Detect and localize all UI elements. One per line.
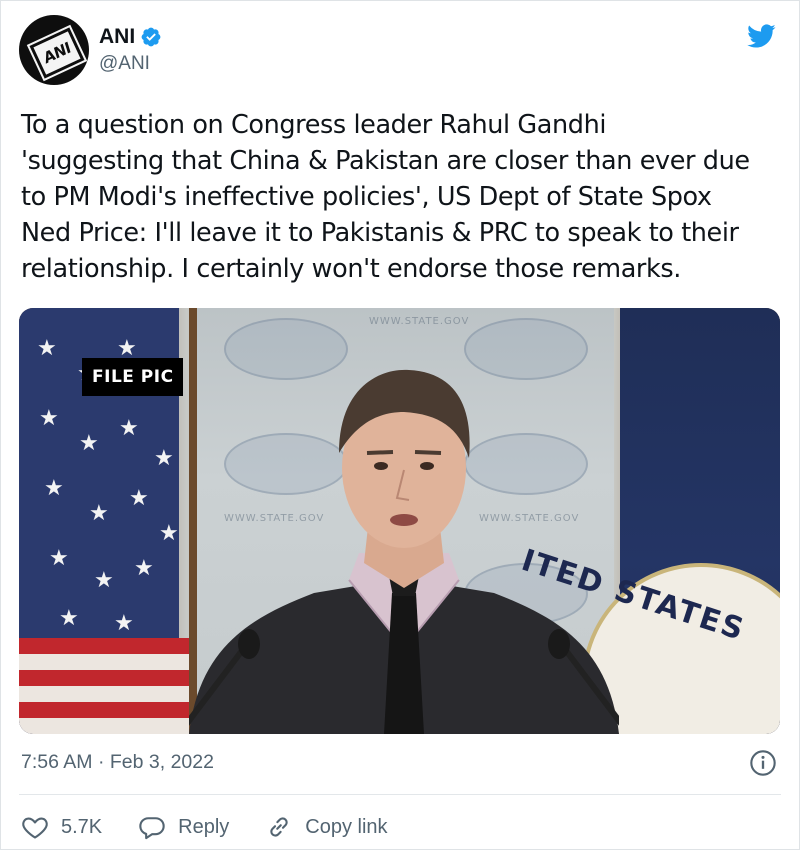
flag-star: ★ [129, 486, 149, 511]
reply-icon [139, 817, 165, 840]
copy-link-button[interactable]: Copy link [265, 813, 388, 841]
flag-star: ★ [114, 611, 134, 636]
ani-logo-text: ANI [41, 38, 73, 68]
tweet-header: ANI ANI @ANI [19, 15, 162, 85]
tweet-media-image[interactable]: WWW.STATE.GOV WWW.STATE.GOV WWW.STATE.GO… [19, 308, 780, 734]
file-pic-label: FILE PIC [82, 358, 183, 396]
divider [19, 794, 781, 795]
flag-star: ★ [37, 336, 57, 361]
heart-icon [22, 817, 48, 839]
flag-star: ★ [44, 476, 64, 501]
reply-button[interactable]: Reply [138, 813, 229, 841]
copy-link-label: Copy link [305, 815, 388, 838]
avatar[interactable]: ANI [19, 15, 89, 85]
tweet-text-line: to PM Modi's ineffective policies', US D… [21, 182, 712, 212]
flag-star: ★ [159, 521, 179, 546]
twitter-bird-icon[interactable] [743, 21, 779, 51]
author-handle[interactable]: @ANI [99, 53, 162, 75]
tweet-timestamp[interactable]: 7:56 AM · Feb 3, 2022 [21, 751, 214, 774]
flag-star: ★ [59, 606, 79, 631]
flag-star: ★ [117, 336, 137, 361]
tweet-text: To a question on Congress leader Rahul G… [21, 107, 791, 287]
author-display-name[interactable]: ANI [99, 25, 135, 49]
flag-star: ★ [119, 416, 139, 441]
reply-label: Reply [178, 815, 230, 838]
display-name-row: ANI [99, 25, 162, 49]
flag-star: ★ [94, 568, 114, 593]
tweet-card: ANI ANI @ANI To a question on Congress l… [0, 0, 800, 850]
info-icon[interactable] [749, 749, 777, 777]
ani-logo: ANI [26, 24, 88, 82]
spokesperson-figure [189, 369, 619, 734]
tweet-text-line: Ned Price: I'll leave it to Pakistanis &… [21, 218, 739, 248]
flag-star: ★ [39, 406, 59, 431]
link-icon [270, 817, 288, 837]
flag-star: ★ [134, 556, 154, 581]
flag-star: ★ [49, 546, 69, 571]
like-count: 5.7K [61, 815, 103, 838]
flag-stripes [19, 638, 189, 734]
backdrop-site-text: WWW.STATE.GOV [369, 316, 470, 327]
tweet-text-line: relationship. I certainly won't endorse … [21, 254, 681, 284]
flag-star: ★ [154, 446, 174, 471]
author-names: ANI @ANI [99, 25, 162, 75]
verified-badge-icon [141, 27, 161, 47]
flag-star: ★ [79, 431, 99, 456]
tweet-actions: 5.7K Reply Copy link [21, 813, 424, 841]
tweet-text-line: To a question on Congress leader Rahul G… [21, 110, 607, 140]
tweet-text-line: 'suggesting that China & Pakistan are cl… [21, 146, 750, 176]
like-button[interactable]: 5.7K [21, 813, 102, 841]
flag-star: ★ [89, 501, 109, 526]
